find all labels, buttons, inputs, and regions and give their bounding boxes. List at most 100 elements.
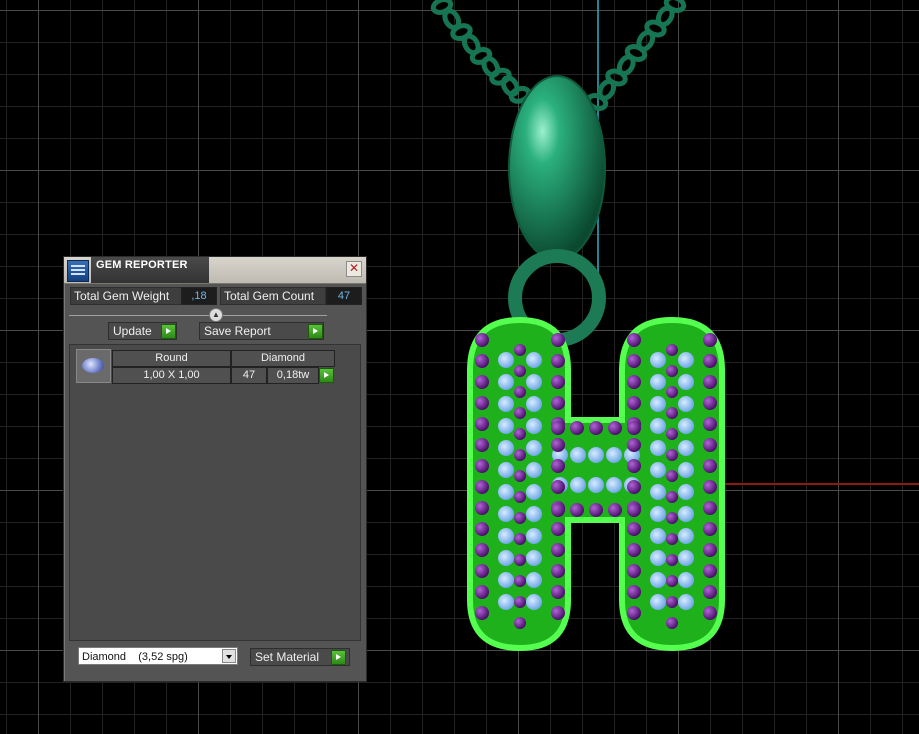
blue-gem (526, 506, 542, 522)
purple-gem (627, 333, 641, 347)
purple-gem (666, 512, 678, 524)
purple-gem (475, 585, 489, 599)
purple-gem (627, 421, 641, 435)
set-material-button[interactable]: Set Material (250, 648, 350, 666)
blue-gem (498, 462, 514, 478)
blue-gem (526, 528, 542, 544)
blue-gem (678, 528, 694, 544)
blue-gem (570, 447, 586, 463)
blue-gem (678, 594, 694, 610)
blue-gem (650, 418, 666, 434)
purple-gem (475, 480, 489, 494)
purple-gem (703, 606, 717, 620)
blue-gem (498, 572, 514, 588)
purple-gem (551, 522, 565, 536)
round-gem-thumbnail-icon (76, 349, 111, 383)
play-arrow-icon (331, 650, 346, 665)
purple-gem (703, 438, 717, 452)
purple-gem (666, 533, 678, 545)
purple-gem (514, 554, 526, 566)
purple-gem (551, 564, 565, 578)
blue-gem (498, 594, 514, 610)
save-report-button[interactable]: Save Report (199, 322, 324, 340)
purple-gem (589, 503, 603, 517)
purple-gem (627, 396, 641, 410)
blue-gem (526, 462, 542, 478)
purple-gem (514, 449, 526, 461)
purple-gem (703, 459, 717, 473)
blue-gem (678, 396, 694, 412)
purple-gem (608, 421, 622, 435)
blue-gem (588, 447, 604, 463)
purple-gem (551, 543, 565, 557)
blue-gem (498, 440, 514, 456)
purple-gem (475, 375, 489, 389)
purple-gem (627, 564, 641, 578)
purple-gem (627, 543, 641, 557)
purple-gem (551, 606, 565, 620)
blue-gem (498, 506, 514, 522)
blue-gem (678, 352, 694, 368)
blue-gem (650, 528, 666, 544)
chevron-down-icon[interactable] (222, 649, 236, 663)
purple-gem (551, 421, 565, 435)
purple-gem (666, 428, 678, 440)
collapse-up-icon[interactable]: ▲ (209, 308, 223, 322)
purple-gem (475, 417, 489, 431)
purple-gem (703, 585, 717, 599)
blue-gem (650, 440, 666, 456)
purple-gem (551, 354, 565, 368)
purple-gem (514, 428, 526, 440)
purple-gem (666, 491, 678, 503)
blue-gem (678, 418, 694, 434)
gem-weight-cell: 0,18tw (267, 367, 319, 384)
blue-gem (526, 396, 542, 412)
close-icon[interactable]: ✕ (346, 261, 362, 277)
blue-gem (650, 352, 666, 368)
blue-gem (498, 528, 514, 544)
blue-gem (678, 572, 694, 588)
blue-gem (498, 418, 514, 434)
blue-gem (650, 572, 666, 588)
update-button[interactable]: Update (108, 322, 177, 340)
purple-gem (475, 396, 489, 410)
purple-gem (475, 354, 489, 368)
purple-gem (514, 344, 526, 356)
blue-gem (678, 506, 694, 522)
purple-gem (666, 617, 678, 629)
total-gem-count-value: 47 (326, 287, 362, 305)
purple-gem (608, 503, 622, 517)
blue-gem (526, 550, 542, 566)
purple-gem (570, 503, 584, 517)
gem-reporter-icon (67, 260, 89, 282)
purple-gem (514, 407, 526, 419)
gem-list[interactable]: Round Diamond 1,00 X 1,00 47 0,18tw (69, 344, 361, 641)
purple-gem (666, 470, 678, 482)
purple-gem (703, 501, 717, 515)
purple-gem (666, 407, 678, 419)
purple-gem (514, 386, 526, 398)
material-dropdown[interactable]: Diamond (3,52 spg) (78, 647, 238, 665)
purple-gem (627, 585, 641, 599)
blue-gem (570, 477, 586, 493)
purple-gem (514, 365, 526, 377)
bail (508, 75, 606, 261)
dialog-titlebar[interactable]: GEM REPORTER ✕ (64, 257, 366, 284)
purple-gem (475, 564, 489, 578)
blue-gem (678, 374, 694, 390)
blue-gem (526, 418, 542, 434)
dialog-title: GEM REPORTER (96, 259, 188, 271)
update-button-label: Update (113, 324, 152, 338)
blue-gem (678, 484, 694, 500)
purple-gem (627, 354, 641, 368)
purple-gem (475, 501, 489, 515)
purple-gem (627, 459, 641, 473)
purple-gem (627, 480, 641, 494)
play-arrow-icon[interactable] (319, 368, 334, 383)
purple-gem (666, 554, 678, 566)
blue-gem (498, 352, 514, 368)
blue-gem (650, 462, 666, 478)
purple-gem (666, 386, 678, 398)
purple-gem (514, 575, 526, 587)
purple-gem (475, 606, 489, 620)
